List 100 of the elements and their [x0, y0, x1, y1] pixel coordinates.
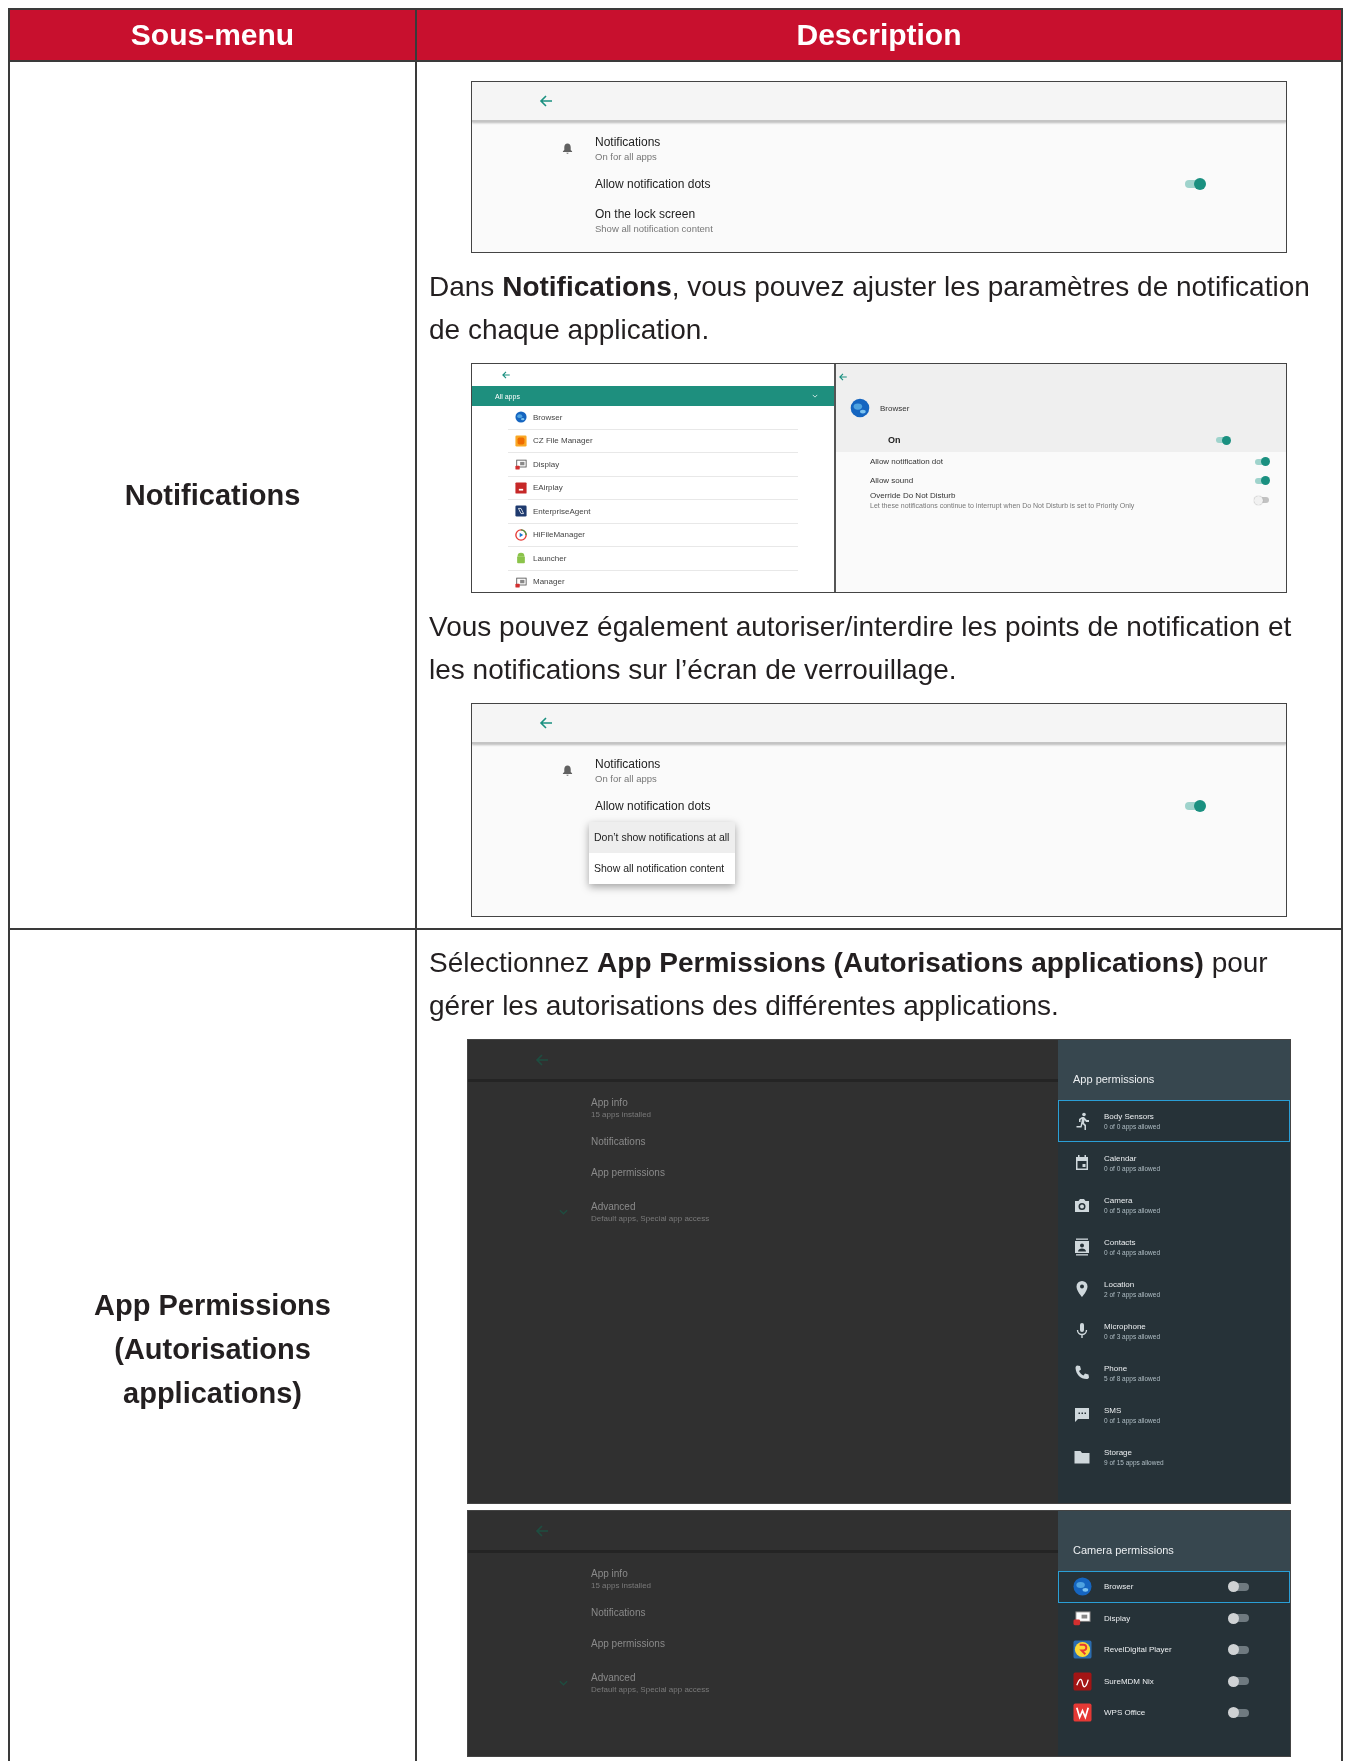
setting-subtitle: Show all notification content	[595, 221, 713, 235]
app-name[interactable]: EAirplay	[533, 483, 563, 493]
app-name[interactable]: EnterpriseAgent	[533, 506, 591, 516]
folder-icon	[1073, 1448, 1091, 1466]
menu-entry-subtitle: Default apps, Special app access	[591, 1213, 711, 1224]
setting-title: Override Do Not Disturb	[870, 490, 957, 501]
main-switch-label: On	[888, 435, 901, 445]
column-header: Sous-menu	[129, 17, 296, 53]
chevron-down-icon	[559, 1209, 568, 1215]
app-name[interactable]: CZ File Manager	[533, 436, 593, 446]
menu-item[interactable]: Show all notification content	[589, 853, 735, 884]
permission-name: Contacts	[1104, 1236, 1137, 1248]
permission-name: Phone	[1104, 1362, 1129, 1374]
description-text: Sélectionnez App Permissions (Autorisations applications) pour gérer les autorisations des différentes applications.	[428, 946, 1269, 1023]
permission-name: Body Sensors	[1104, 1110, 1155, 1122]
toggle-switch[interactable]	[1215, 435, 1231, 445]
column-header: Description	[415, 10, 1341, 60]
setting-title: Allow notification dot	[870, 456, 943, 467]
menu-entry: Advanced	[591, 1200, 637, 1213]
menu-entry: App info	[591, 1096, 629, 1109]
monitor-icon	[1073, 1608, 1092, 1628]
app-name: Browser	[1104, 1581, 1134, 1593]
toggle-switch[interactable]	[1228, 1581, 1250, 1593]
toggle-switch[interactable]	[1228, 1612, 1250, 1624]
permission-name: Camera	[1104, 1194, 1134, 1206]
menu-entry: App permissions	[591, 1637, 666, 1650]
toggle-switch[interactable]	[1184, 178, 1206, 190]
setting-subtitle: On for all apps	[595, 149, 658, 163]
app-name[interactable]: HiFileManager	[533, 530, 586, 540]
app-name[interactable]: Launcher	[533, 553, 567, 563]
submenu-label: Notifications	[124, 478, 301, 513]
setting-title: Allow notification dots	[595, 798, 711, 814]
setting-title: Allow sound	[870, 475, 914, 486]
app-title: Browser	[880, 403, 910, 413]
panel-title: Camera permissions	[1073, 1544, 1174, 1556]
android-icon	[515, 552, 527, 565]
contacts-icon	[1073, 1238, 1091, 1256]
permission-name: Storage	[1104, 1446, 1134, 1458]
toggle-switch[interactable]	[1228, 1707, 1250, 1719]
toggle-switch[interactable]	[1184, 800, 1206, 812]
back-arrow-icon[interactable]	[538, 715, 554, 731]
app-name: WPS Office	[1104, 1707, 1146, 1719]
toggle-switch[interactable]	[1254, 495, 1270, 505]
permission-name: Location	[1104, 1278, 1136, 1290]
menu-entry-subtitle: 15 apps installed	[591, 1109, 653, 1120]
bell-icon	[561, 141, 573, 155]
app-name[interactable]: Display	[533, 459, 560, 469]
description-text: Vous pouvez également autoriser/interdire les points de notification et les notifications sur l’écran de verrouillage.	[428, 610, 1293, 687]
app-permission-item[interactable]: Browser	[1058, 1571, 1290, 1603]
camera-icon	[1073, 1196, 1091, 1214]
toggle-switch[interactable]	[1254, 476, 1270, 485]
setting-title: Notifications	[595, 755, 661, 772]
menu-entry: Advanced	[591, 1671, 637, 1684]
panel-title: App permissions	[1073, 1073, 1155, 1085]
monitor-icon	[515, 575, 527, 588]
monitor-icon	[515, 458, 527, 471]
app-permission-item[interactable]: SureMDM Nix	[1058, 1665, 1290, 1697]
permission-name: Microphone	[1104, 1320, 1147, 1332]
chat-icon	[1073, 1406, 1091, 1424]
menu-entry-subtitle: 15 apps installed	[591, 1580, 653, 1591]
app-icon	[1073, 1640, 1092, 1660]
app-permission-item[interactable]: WPS Office	[1058, 1697, 1290, 1729]
app-name[interactable]: Manager	[533, 577, 565, 587]
toggle-switch[interactable]	[1228, 1675, 1250, 1687]
calendar-icon	[1073, 1154, 1091, 1172]
app-icon	[1073, 1703, 1092, 1723]
setting-title: On the lock screen	[595, 205, 697, 222]
bell-icon	[561, 763, 573, 777]
app-permission-item[interactable]: RevelDigital Player	[1058, 1634, 1290, 1666]
toggle-switch[interactable]	[1228, 1644, 1250, 1656]
menu-item[interactable]: Don’t show notifications at all	[589, 822, 735, 853]
back-arrow-icon[interactable]	[501, 370, 511, 380]
phone-icon	[1073, 1364, 1091, 1382]
permission-name: SMS	[1104, 1404, 1123, 1416]
back-arrow-icon[interactable]	[538, 93, 554, 109]
setting-subtitle: On for all apps	[595, 771, 658, 785]
setting-title: Allow notification dots	[595, 176, 711, 192]
chevron-down-icon	[559, 1680, 568, 1686]
permission-name: Calendar	[1104, 1152, 1138, 1164]
menu-entry: Notifications	[591, 1135, 647, 1148]
menu-entry-subtitle: Default apps, Special app access	[591, 1684, 711, 1695]
menu-entry: App permissions	[591, 1166, 666, 1179]
setting-title: Notifications	[595, 133, 661, 150]
app-permission-item[interactable]: Display	[1058, 1602, 1290, 1634]
app-name: Display	[1104, 1612, 1131, 1624]
menu-entry: Notifications	[591, 1606, 647, 1619]
toggle-switch[interactable]	[1254, 457, 1270, 466]
app-icon	[1073, 1671, 1092, 1691]
globe-icon	[850, 398, 870, 418]
app-name: RevelDigital Player	[1104, 1644, 1172, 1656]
play-ring-icon	[515, 528, 527, 541]
caret-icon	[812, 394, 818, 398]
back-arrow-icon[interactable]	[838, 372, 848, 382]
globe-icon	[515, 411, 527, 424]
globe-icon	[1073, 1577, 1092, 1597]
app-name[interactable]: Browser	[533, 412, 563, 422]
menu-entry: App info	[591, 1567, 629, 1580]
description-text: Dans Notifications, vous pouvez ajuster les paramètres de notification de chaque application.	[428, 270, 1311, 347]
app-name: SureMDM Nix	[1104, 1675, 1154, 1687]
submenu-label: App Permissions (Autorisations applications)	[93, 1288, 332, 1411]
